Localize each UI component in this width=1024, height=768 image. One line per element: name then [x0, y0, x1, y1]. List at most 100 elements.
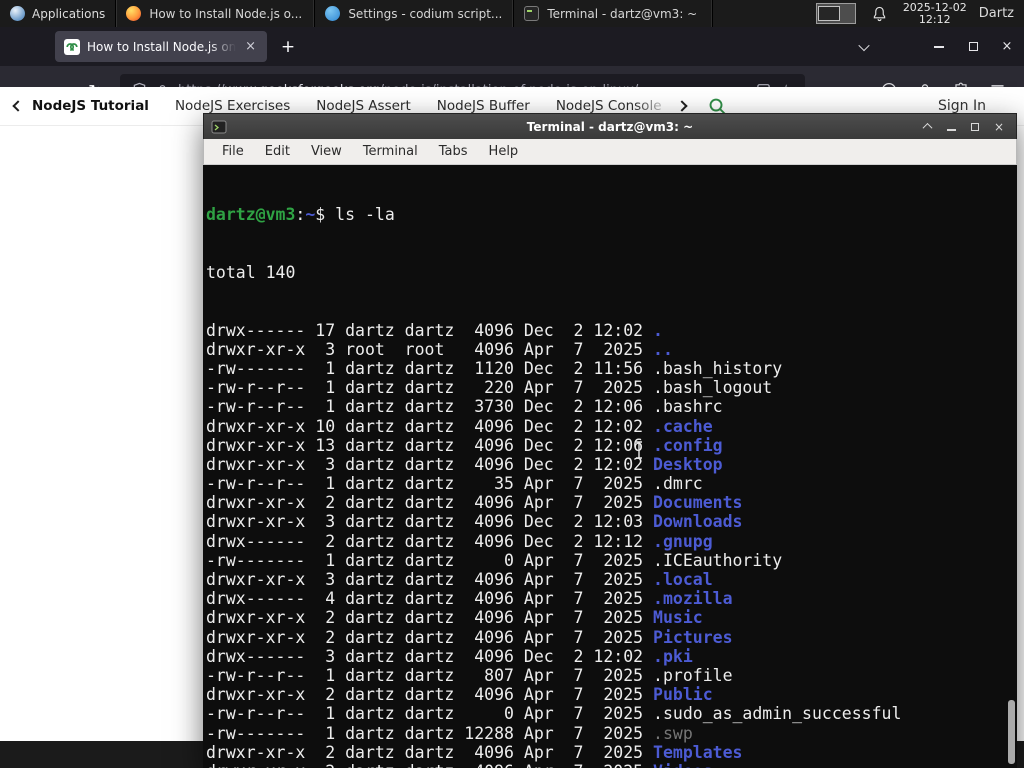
- browser-tab[interactable]: How to Install Node.js on ×: [55, 31, 267, 62]
- directory-name: .cache: [653, 416, 713, 436]
- browser-maximize-button[interactable]: [956, 27, 990, 66]
- browser-close-button[interactable]: ×: [990, 27, 1024, 66]
- terminal-scrollbar[interactable]: [1006, 165, 1017, 768]
- directory-name: Public: [653, 685, 713, 705]
- codium-icon: [325, 6, 341, 21]
- terminal-window-controls: ×: [917, 117, 1009, 137]
- directory-name: Pictures: [653, 627, 733, 647]
- terminal-listing-line: -rw-r--r-- 1 dartz dartz 220 Apr 7 2025 …: [206, 378, 773, 398]
- directory-name: .gnupg: [653, 531, 713, 551]
- terminal-listing-line: drwx------ 17 dartz dartz 4096 Dec 2 12:…: [206, 320, 663, 340]
- terminal-menu-view[interactable]: View: [311, 144, 342, 159]
- site-favicon: [64, 38, 80, 55]
- terminal-listing-line: -rw------- 1 dartz dartz 12288 Apr 7 202…: [206, 723, 693, 743]
- directory-name: Downloads: [653, 512, 743, 532]
- terminal-listing-line: -rw-r--r-- 1 dartz dartz 3730 Dec 2 12:0…: [206, 397, 723, 417]
- chevron-down-icon: [858, 39, 870, 51]
- tab-close-button[interactable]: ×: [243, 39, 258, 54]
- site-nav-item[interactable]: NodeJS Assert: [316, 98, 411, 114]
- terminal-menu-terminal[interactable]: Terminal: [363, 144, 418, 159]
- site-nav-items: NodeJS Tutorial NodeJS Exercises NodeJS As…: [32, 98, 672, 114]
- terminal-menu-help[interactable]: Help: [489, 144, 519, 159]
- terminal-listing-line: drwxr-xr-x 2 dartz dartz 4096 Apr 7 2025…: [206, 762, 1017, 768]
- panel-clock[interactable]: 2025-12-02 12:12: [902, 0, 967, 26]
- directory-name: .config: [653, 435, 723, 455]
- chevron-left-icon[interactable]: [12, 100, 24, 112]
- xubuntu-logo-icon: [10, 6, 25, 21]
- directory-name: .local: [653, 570, 713, 590]
- terminal-listing-line: drwxr-xr-x 3 dartz dartz 4096 Apr 7 2025…: [206, 570, 713, 590]
- terminal-menubar: File Edit View Terminal Tabs Help: [203, 139, 1017, 165]
- terminal-listing-line: drwxr-xr-x 10 dartz dartz 4096 Dec 2 12:…: [206, 416, 713, 436]
- file-name: .sudo_as_admin_successful: [653, 704, 902, 724]
- browser-minimize-button[interactable]: [922, 27, 956, 66]
- terminal-output: drwx------ 17 dartz dartz 4096 Dec 2 12:…: [206, 321, 1017, 768]
- terminal-window-title: Terminal - dartz@vm3: ~: [526, 119, 694, 134]
- sign-in-button[interactable]: Sign In: [938, 98, 986, 114]
- file-name: .swp: [653, 723, 693, 743]
- site-nav-item[interactable]: NodeJS Tutorial: [32, 98, 149, 114]
- terminal-total-line: total 140: [206, 263, 296, 282]
- terminal-menu-file[interactable]: File: [222, 144, 244, 159]
- terminal-listing-line: drwx------ 3 dartz dartz 4096 Dec 2 12:0…: [206, 646, 693, 666]
- browser-tab-bar: How to Install Node.js on × + ×: [0, 27, 1024, 66]
- site-nav-item[interactable]: NodeJS Console: [556, 98, 662, 114]
- applications-menu-button[interactable]: Applications: [0, 0, 115, 27]
- taskbar-item[interactable]: Terminal - dartz@vm3: ~: [514, 0, 714, 27]
- minimize-icon: [934, 45, 944, 48]
- applications-label: Applications: [32, 6, 106, 21]
- firefox-icon: [126, 6, 142, 21]
- terminal-icon: [524, 6, 540, 21]
- site-nav-item[interactable]: NodeJS Buffer: [437, 98, 530, 114]
- terminal-listing-line: drwxr-xr-x 3 dartz dartz 4096 Dec 2 12:0…: [206, 512, 743, 532]
- terminal-listing-line: drwxr-xr-x 2 dartz dartz 4096 Apr 7 2025…: [206, 627, 733, 647]
- clock-date: 2025-12-02: [902, 0, 967, 14]
- scrollbar-thumb[interactable]: [1008, 700, 1015, 764]
- shade-button[interactable]: [917, 117, 937, 137]
- directory-name: Documents: [653, 493, 743, 513]
- prompt-symbol: $: [315, 205, 336, 225]
- file-name: .ICEauthority: [653, 550, 783, 570]
- terminal-prompt-line: dartz@vm3:~$ ls -la: [206, 205, 1017, 224]
- taskbar-item-label: How to Install Node.js o...: [149, 6, 303, 21]
- panel-user-label[interactable]: Dartz: [979, 6, 1014, 21]
- chevron-up-icon: [922, 122, 932, 133]
- prompt-separator: :: [295, 205, 306, 225]
- terminal-menu-tabs[interactable]: Tabs: [439, 144, 468, 159]
- directory-name: .mozilla: [653, 589, 733, 609]
- directory-name: Videos: [653, 762, 713, 768]
- directory-name: .pki: [653, 646, 693, 666]
- taskbar-item[interactable]: How to Install Node.js o...: [116, 0, 316, 27]
- prompt-cwd: ~: [305, 205, 316, 225]
- file-name: .bash_logout: [653, 378, 773, 398]
- notification-bell-icon[interactable]: [872, 6, 887, 22]
- clock-time: 12:12: [918, 12, 951, 26]
- new-tab-button[interactable]: +: [273, 32, 303, 62]
- directory-name: Desktop: [653, 454, 723, 474]
- prompt-user-host: dartz@vm3: [206, 205, 296, 225]
- terminal-listing-line: drwxr-xr-x 2 dartz dartz 4096 Apr 7 2025…: [206, 685, 713, 705]
- taskbar-item-label: Settings - codium script...: [348, 6, 503, 21]
- desktop: Applications How to Install Node.js o...…: [0, 0, 1024, 768]
- terminal-app-icon: [211, 119, 227, 135]
- taskbar-item-label: Terminal - dartz@vm3: ~: [547, 6, 698, 21]
- command-text: ls -la: [335, 205, 395, 225]
- terminal-titlebar[interactable]: Terminal - dartz@vm3: ~ ×: [203, 113, 1017, 139]
- workspace-pager[interactable]: [815, 3, 856, 24]
- taskbar-item[interactable]: Settings - codium script...: [315, 0, 515, 27]
- file-name: .dmrc: [653, 474, 703, 494]
- terminal-maximize-button[interactable]: [965, 117, 985, 137]
- terminal-close-button[interactable]: ×: [989, 117, 1009, 137]
- terminal-screen[interactable]: dartz@vm3:~$ ls -la total 140 drwx------…: [203, 165, 1017, 768]
- list-all-tabs-button[interactable]: [850, 33, 878, 61]
- chevron-right-icon[interactable]: [676, 100, 688, 112]
- tab-title: How to Install Node.js on: [87, 39, 237, 54]
- site-nav-item[interactable]: NodeJS Exercises: [175, 98, 290, 114]
- terminal-minimize-button[interactable]: [941, 117, 961, 137]
- file-name: .bash_history: [653, 358, 783, 378]
- browser-window-controls: ×: [922, 27, 1024, 66]
- terminal-listing-line: -rw------- 1 dartz dartz 0 Apr 7 2025 .I…: [206, 550, 783, 570]
- terminal-menu-edit[interactable]: Edit: [265, 144, 290, 159]
- terminal-listing-line: drwxr-xr-x 2 dartz dartz 4096 Apr 7 2025…: [206, 742, 743, 762]
- terminal-window: Terminal - dartz@vm3: ~ × File Edit View Te…: [203, 113, 1017, 768]
